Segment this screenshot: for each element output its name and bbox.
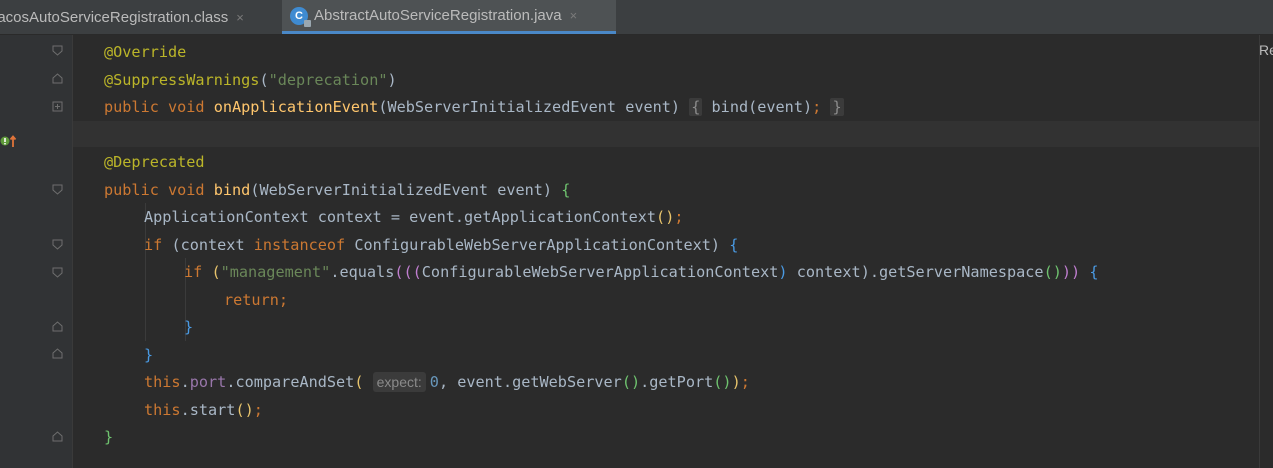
right-tool-strip bbox=[1259, 35, 1273, 468]
fold-expand-icon[interactable] bbox=[52, 101, 63, 112]
code-line: public void onApplicationEvent(WebServer… bbox=[104, 98, 844, 116]
code-line: } bbox=[184, 318, 194, 336]
code-line: this.start(); bbox=[144, 401, 263, 419]
fold-start-icon[interactable] bbox=[52, 267, 63, 278]
code-editor[interactable]: @Override @SuppressWarnings("deprecation… bbox=[73, 35, 1273, 468]
code-line: return; bbox=[224, 291, 289, 309]
folded-block-end: } bbox=[830, 98, 844, 116]
code-line: if ("management".equals(((ConfigurableWe… bbox=[184, 263, 1099, 281]
code-line: @SuppressWarnings("deprecation") bbox=[104, 71, 397, 89]
editor-gutter bbox=[0, 35, 72, 468]
code-line: public void bind(WebServerInitializedEve… bbox=[104, 181, 571, 199]
parameter-hint: expect: bbox=[372, 372, 426, 392]
code-line: } bbox=[104, 428, 114, 446]
editor-tab-bar: lacosAutoServiceRegistration.class × C A… bbox=[0, 0, 1273, 35]
fold-end-icon[interactable] bbox=[52, 73, 63, 84]
tab-label: lacosAutoServiceRegistration.class bbox=[0, 8, 229, 26]
fold-end-icon[interactable] bbox=[52, 321, 63, 332]
fold-start-icon[interactable] bbox=[52, 45, 63, 56]
fold-end-icon[interactable] bbox=[52, 431, 63, 442]
tab-label: AbstractAutoServiceRegistration.java bbox=[314, 7, 562, 24]
code-line: ApplicationContext context = event.getAp… bbox=[144, 208, 684, 226]
folded-block-start: { bbox=[689, 98, 703, 116]
java-class-icon: C bbox=[290, 6, 311, 27]
close-icon[interactable]: × bbox=[570, 8, 578, 23]
fold-start-icon[interactable] bbox=[52, 239, 63, 250]
code-line: @Override bbox=[104, 43, 187, 61]
caret-row-highlight bbox=[73, 121, 1273, 147]
code-line: } bbox=[144, 346, 154, 364]
fold-end-icon[interactable] bbox=[52, 348, 63, 359]
ide-window: lacosAutoServiceRegistration.class × C A… bbox=[0, 0, 1273, 468]
tab-nacos-auto-service-registration[interactable]: lacosAutoServiceRegistration.class × bbox=[0, 0, 278, 34]
fold-start-icon[interactable] bbox=[52, 184, 63, 195]
tab-abstract-auto-service-registration[interactable]: C AbstractAutoServiceRegistration.java × bbox=[282, 0, 616, 34]
code-line: @Deprecated bbox=[104, 153, 205, 171]
override-marker-icon[interactable] bbox=[0, 133, 18, 149]
close-icon[interactable]: × bbox=[236, 10, 244, 25]
code-line: if (context instanceof ConfigurableWebSe… bbox=[144, 236, 739, 254]
code-line: this.port.compareAndSet( expect: 0, event… bbox=[144, 372, 750, 392]
reader-mode-label[interactable]: Re bbox=[1259, 42, 1273, 58]
